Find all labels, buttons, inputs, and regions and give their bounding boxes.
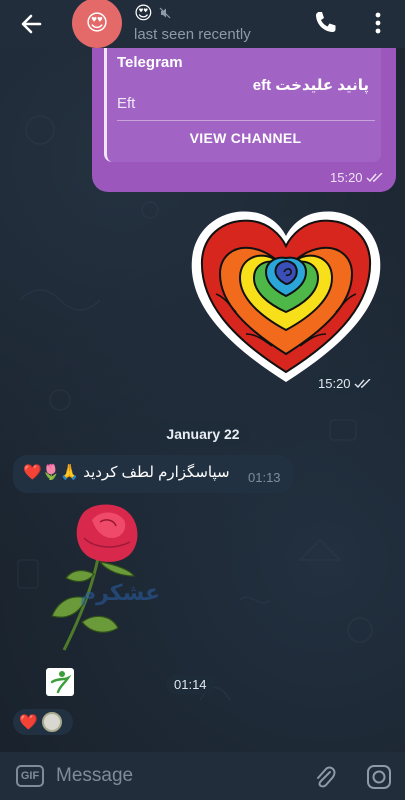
message-input-bar: GIF (0, 752, 405, 800)
rose-message-time-text: 01:14 (174, 677, 207, 692)
chat-header: 😍 😍 last seen recently (0, 0, 405, 48)
more-vertical-icon[interactable] (368, 10, 388, 36)
app-logo-icon (46, 668, 74, 696)
view-channel-button[interactable]: VIEW CHANNEL (107, 130, 384, 146)
incoming-message-bubble[interactable]: سپاسگزارم لطف کردید 🙏🌷❤️ 01:13 (13, 455, 293, 493)
reactor-avatar (41, 712, 62, 732)
message-time-text: 15:20 (330, 170, 363, 185)
chat-title: 😍 (134, 3, 153, 23)
incoming-message-time: 01:13 (248, 470, 281, 485)
back-arrow-icon[interactable] (18, 10, 46, 38)
message-time: 15:20 (330, 170, 384, 185)
avatar-emoji: 😍 (85, 10, 109, 35)
card-divider (117, 120, 375, 121)
incoming-message-text: سپاسگزارم لطف کردید 🙏🌷❤️ (23, 464, 230, 481)
channel-description: پانید علیدخت eft (252, 77, 369, 94)
gif-button[interactable]: GIF (16, 765, 44, 787)
camera-icon[interactable] (366, 764, 392, 790)
channel-subtitle: Eft (117, 95, 136, 112)
rainbow-rose-heart-sticker[interactable] (186, 204, 386, 386)
phone-icon[interactable] (312, 9, 338, 35)
channel-preview-card[interactable]: Telegram پانید علیدخت eft Eft VIEW CHANN… (104, 40, 381, 162)
message-input[interactable] (56, 763, 296, 789)
heart-reaction: ❤️ (19, 714, 38, 731)
date-separator: January 22 (156, 422, 250, 447)
rose-message-time: 01:14 (166, 675, 215, 694)
red-rose-sticker[interactable] (34, 498, 164, 658)
reaction-chip[interactable]: ❤️ (13, 709, 73, 735)
last-seen-status: last seen recently (134, 26, 251, 43)
sticker-time: 15:20 (310, 374, 380, 393)
muted-icon (159, 7, 171, 19)
channel-name: Telegram (117, 54, 183, 71)
double-check-icon (354, 378, 371, 388)
sticker-time-text: 15:20 (318, 376, 351, 391)
channel-share-bubble[interactable]: Telegram پانید علیدخت eft Eft VIEW CHANN… (92, 40, 396, 192)
chat-title-area[interactable]: 😍 last seen recently (134, 2, 251, 43)
watermark-text: عشکرم (80, 580, 161, 605)
avatar[interactable]: 😍 (72, 0, 122, 48)
paperclip-icon[interactable] (313, 764, 337, 790)
double-check-icon (366, 172, 383, 182)
